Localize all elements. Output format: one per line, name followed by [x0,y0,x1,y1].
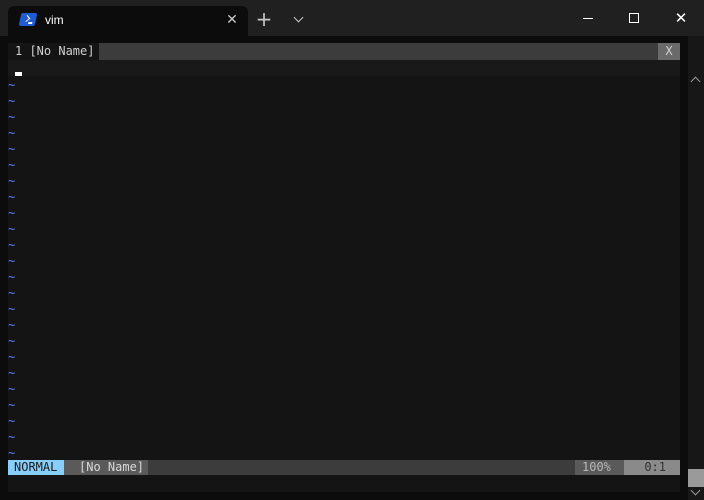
chevron-down-icon [293,12,303,22]
close-tab-icon[interactable]: ✕ [220,8,244,32]
tilde-line: ~ [8,414,16,428]
tilde-line: ~ [8,238,16,252]
tilde-line: ~ [8,206,16,220]
tilde-line: ~ [8,94,16,108]
tilde-line: ~ [8,430,16,444]
vim-statusline: NORMAL [No Name] 100% 0:1 [8,460,680,475]
tilde-line: ~ [8,382,16,396]
maximize-icon [629,13,639,23]
tilde-line: ~ [8,398,16,412]
vim-editor[interactable]: 1 [No Name] X ~ ~ ~ ~ ~ ~ ~ ~ ~ ~ ~ ~ ~ ~ ~ ~ ~ ~ ~ ~ ~ ~ ~ ~ N… [8,43,680,492]
vim-tab-no-name[interactable]: 1 [No Name] [8,43,99,60]
tilde-line: ~ [8,446,16,460]
vim-tab-close-button[interactable]: X [658,43,680,60]
tab-vim[interactable]: vim ✕ [8,6,248,36]
scrollbar-thumb[interactable] [688,469,704,487]
tilde-line: ~ [8,190,16,204]
status-filename: [No Name] [64,460,148,475]
minimize-icon [583,17,593,19]
title-bar: vim ✕ + ✕ [0,0,704,36]
tilde-line: ~ [8,110,16,124]
tab-dropdown-button[interactable] [286,8,310,30]
tilde-line: ~ [8,222,16,236]
tilde-line: ~ [8,334,16,348]
vertical-scrollbar[interactable] [688,36,704,500]
tilde-line: ~ [8,318,16,332]
minimize-button[interactable] [565,0,611,36]
close-window-button[interactable]: ✕ [658,0,704,36]
tilde-line: ~ [8,286,16,300]
scroll-up-icon[interactable] [690,76,701,87]
tilde-line: ~ [8,302,16,316]
vim-tabline: 1 [No Name] X [8,43,680,60]
text-cursor [15,72,22,76]
tilde-line: ~ [8,254,16,268]
tilde-line: ~ [8,366,16,380]
powershell-icon [18,13,38,26]
new-tab-button[interactable]: + [252,6,276,32]
maximize-button[interactable] [611,0,657,36]
terminal-window: vim ✕ + ✕ 1 [No Name] X ~ ~ ~ ~ ~ ~ ~ ~ ~ ~ ~ ~ ~ ~ ~ ~… [0,0,704,500]
tilde-line: ~ [8,78,16,92]
status-cursor-position: 0:1 [624,460,680,475]
tilde-line: ~ [8,174,16,188]
scroll-down-icon[interactable] [690,485,701,496]
tab-title: vim [45,13,64,27]
tilde-line: ~ [8,270,16,284]
cursor-line [8,60,680,76]
tilde-line: ~ [8,126,16,140]
mode-indicator: NORMAL [8,460,64,475]
tilde-line: ~ [8,142,16,156]
status-percent: 100% [575,460,624,475]
command-line[interactable] [8,475,680,492]
tilde-line: ~ [8,158,16,172]
close-icon: ✕ [674,9,688,27]
tilde-line: ~ [8,350,16,364]
